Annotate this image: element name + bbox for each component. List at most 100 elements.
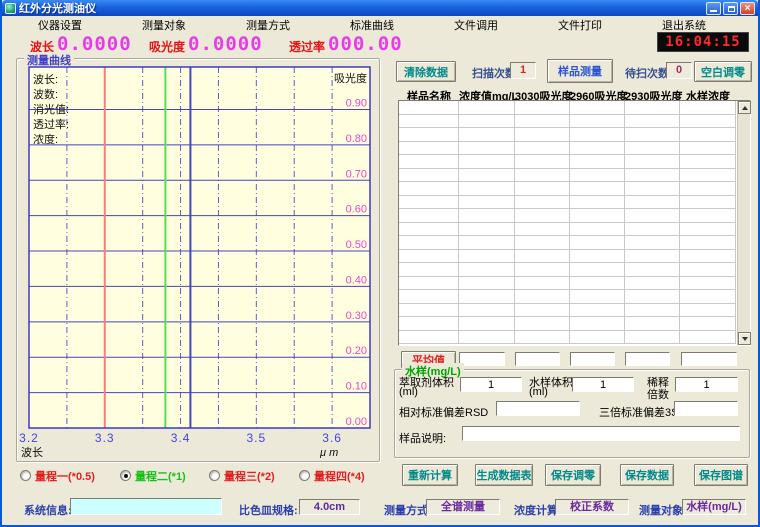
table-cell[interactable] xyxy=(570,263,625,277)
table-cell[interactable] xyxy=(625,250,680,264)
table-cell[interactable] xyxy=(570,128,625,142)
save-zero-button[interactable]: 保存调零 xyxy=(545,464,601,486)
table-cell[interactable] xyxy=(570,236,625,250)
table-cell[interactable] xyxy=(570,155,625,169)
sd3-input[interactable] xyxy=(674,401,738,416)
sample-note-input[interactable] xyxy=(462,426,740,441)
menu-file-load[interactable]: 文件调用 xyxy=(450,17,502,31)
table-cell[interactable] xyxy=(515,182,570,196)
scroll-down-button[interactable] xyxy=(738,332,751,345)
table-cell[interactable] xyxy=(399,155,459,169)
table-cell[interactable] xyxy=(515,263,570,277)
table-cell[interactable] xyxy=(459,304,515,318)
table-cell[interactable] xyxy=(680,304,736,318)
recalculate-button[interactable]: 重新计算 xyxy=(402,464,458,486)
table-cell[interactable] xyxy=(570,142,625,156)
table-cell[interactable] xyxy=(515,277,570,291)
table-cell[interactable] xyxy=(680,277,736,291)
table-cell[interactable] xyxy=(459,209,515,223)
table-cell[interactable] xyxy=(459,196,515,210)
table-cell[interactable] xyxy=(459,142,515,156)
table-cell[interactable] xyxy=(515,101,570,115)
extractant-volume-input[interactable] xyxy=(460,377,522,392)
table-cell[interactable] xyxy=(399,223,459,237)
table-cell[interactable] xyxy=(680,169,736,183)
close-button[interactable]: × xyxy=(740,2,755,15)
table-cell[interactable] xyxy=(515,331,570,345)
table-cell[interactable] xyxy=(625,304,680,318)
table-cell[interactable] xyxy=(570,182,625,196)
table-cell[interactable] xyxy=(625,169,680,183)
table-cell[interactable] xyxy=(680,128,736,142)
table-cell[interactable] xyxy=(515,223,570,237)
table-cell[interactable] xyxy=(399,142,459,156)
table-cell[interactable] xyxy=(680,290,736,304)
table-cell[interactable] xyxy=(625,128,680,142)
table-cell[interactable] xyxy=(680,101,736,115)
table-cell[interactable] xyxy=(680,142,736,156)
restore-button[interactable] xyxy=(723,2,738,15)
table-cell[interactable] xyxy=(399,290,459,304)
table-cell[interactable] xyxy=(570,169,625,183)
table-cell[interactable] xyxy=(515,155,570,169)
table-cell[interactable] xyxy=(680,331,736,345)
table-cell[interactable] xyxy=(515,196,570,210)
sample-measure-button[interactable]: 样品测量 xyxy=(547,59,613,83)
table-cell[interactable] xyxy=(399,209,459,223)
table-cell[interactable] xyxy=(399,331,459,345)
radio-range-1[interactable]: 量程一(*0.5) xyxy=(20,469,95,482)
table-cell[interactable] xyxy=(399,277,459,291)
table-cell[interactable] xyxy=(459,115,515,129)
table-cell[interactable] xyxy=(515,317,570,331)
scroll-up-button[interactable] xyxy=(738,101,751,114)
menu-measure-mode[interactable]: 测量方式 xyxy=(242,17,294,31)
table-cell[interactable] xyxy=(399,250,459,264)
table-cell[interactable] xyxy=(680,317,736,331)
table-cell[interactable] xyxy=(625,317,680,331)
table-cell[interactable] xyxy=(459,182,515,196)
generate-table-button[interactable]: 生成数据表 xyxy=(475,464,533,486)
table-cell[interactable] xyxy=(399,317,459,331)
table-cell[interactable] xyxy=(625,331,680,345)
table-cell[interactable] xyxy=(459,101,515,115)
table-cell[interactable] xyxy=(625,277,680,291)
table-cell[interactable] xyxy=(399,304,459,318)
table-cell[interactable] xyxy=(399,101,459,115)
table-cell[interactable] xyxy=(399,115,459,129)
radio-range-3[interactable]: 量程三(*2) xyxy=(209,469,275,482)
table-cell[interactable] xyxy=(680,182,736,196)
table-cell[interactable] xyxy=(515,209,570,223)
table-cell[interactable] xyxy=(515,304,570,318)
table-cell[interactable] xyxy=(459,317,515,331)
table-cell[interactable] xyxy=(570,209,625,223)
table-cell[interactable] xyxy=(459,263,515,277)
table-cell[interactable] xyxy=(625,223,680,237)
menu-file-print[interactable]: 文件打印 xyxy=(554,17,606,31)
blank-zero-button[interactable]: 空白调零 xyxy=(694,61,752,82)
table-cell[interactable] xyxy=(680,223,736,237)
table-cell[interactable] xyxy=(399,182,459,196)
table-cell[interactable] xyxy=(399,263,459,277)
table-cell[interactable] xyxy=(680,209,736,223)
table-cell[interactable] xyxy=(570,250,625,264)
table-cell[interactable] xyxy=(625,155,680,169)
table-cell[interactable] xyxy=(625,115,680,129)
table-cell[interactable] xyxy=(515,250,570,264)
table-cell[interactable] xyxy=(570,101,625,115)
scan-count-value[interactable]: 1 xyxy=(510,62,536,79)
table-cell[interactable] xyxy=(680,236,736,250)
table-cell[interactable] xyxy=(570,115,625,129)
table-cell[interactable] xyxy=(459,236,515,250)
rsd-input[interactable] xyxy=(496,401,580,416)
table-cell[interactable] xyxy=(570,304,625,318)
save-data-button[interactable]: 保存数据 xyxy=(620,464,674,486)
menu-exit-system[interactable]: 退出系统 xyxy=(658,17,710,31)
table-cell[interactable] xyxy=(459,155,515,169)
table-cell[interactable] xyxy=(625,263,680,277)
table-cell[interactable] xyxy=(515,128,570,142)
table-cell[interactable] xyxy=(680,250,736,264)
table-cell[interactable] xyxy=(515,290,570,304)
menu-standard-curve[interactable]: 标准曲线 xyxy=(346,17,398,31)
table-cell[interactable] xyxy=(625,182,680,196)
table-cell[interactable] xyxy=(625,290,680,304)
